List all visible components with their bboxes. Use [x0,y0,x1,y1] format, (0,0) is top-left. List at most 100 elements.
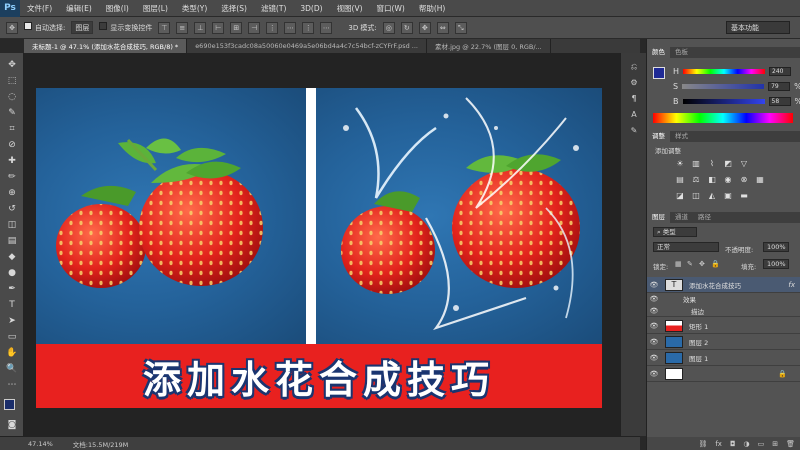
layer-row-image-2[interactable]: 👁 图层 2 [647,334,800,350]
menu-window[interactable]: 窗口(W) [370,3,412,14]
gradient-tool-icon[interactable]: ▤ [4,235,20,247]
selective-color-adjust-icon[interactable]: ▣ [723,191,733,200]
layer-row-rectangle[interactable]: 👁 矩形 1 [647,318,800,334]
tab-color[interactable]: 颜色 [647,47,670,58]
tab-swatches[interactable]: 色板 [670,47,693,58]
visibility-eye-icon[interactable]: 👁 [647,338,661,346]
document-size[interactable]: 文档:15.5M/219M [73,439,128,449]
menu-edit[interactable]: 编辑(E) [59,3,99,14]
workspace-switcher[interactable]: 基本功能 [726,21,790,34]
visibility-eye-icon[interactable]: 👁 [647,295,661,303]
align-top-icon[interactable]: ⊤ [158,21,171,34]
move-tool-icon[interactable]: ✥ [4,59,20,71]
distribute-left-icon[interactable]: ⋯ [320,21,333,34]
lock-pixels-icon[interactable]: ✎ [687,260,693,268]
add-mask-icon[interactable]: ◘ [730,440,736,448]
menu-help[interactable]: 帮助(H) [412,3,453,14]
add-style-icon[interactable]: fx [715,440,722,448]
link-layers-icon[interactable]: ⛓ [698,440,707,448]
quick-mask-icon[interactable]: ◙ [4,419,20,431]
distribute-bottom-icon[interactable]: ⋮ [302,21,315,34]
shape-tool-icon[interactable]: ▭ [4,331,20,343]
align-left-icon[interactable]: ⊢ [212,21,225,34]
tab-styles[interactable]: 样式 [670,131,693,142]
threshold-adjust-icon[interactable]: ◭ [707,191,717,200]
auto-select-dropdown[interactable]: 图层 [71,21,94,34]
channel-mixer-adjust-icon[interactable]: ⊗ [739,175,749,184]
color-balance-adjust-icon[interactable]: ⚖ [691,175,701,184]
distribute-top-icon[interactable]: ⋮ [266,21,279,34]
move-tool-preset-icon[interactable]: ✥ [6,21,18,34]
menu-layer[interactable]: 图层(L) [136,3,175,14]
layer-row-background[interactable]: 👁 🔒 [647,366,800,382]
black-white-adjust-icon[interactable]: ◧ [707,175,717,184]
layer-row-image-1[interactable]: 👁 图层 1 [647,350,800,366]
foreground-color-chip[interactable] [653,67,665,79]
clone-stamp-tool-icon[interactable]: ⊕ [4,187,20,199]
curves-adjust-icon[interactable]: ⌇ [707,159,717,168]
auto-select-checkbox[interactable]: 自动选择: [24,22,65,33]
hue-value[interactable]: 240 [769,66,792,76]
tab-paths[interactable]: 路径 [693,212,716,223]
color-spectrum[interactable] [653,113,793,123]
new-group-icon[interactable]: ▭ [758,440,765,448]
levels-adjust-icon[interactable]: ▥ [691,159,701,168]
hue-slider[interactable]: H 240 [673,66,792,76]
marquee-tool-icon[interactable]: ⬚ [4,75,20,87]
visibility-eye-icon[interactable]: 👁 [647,370,661,378]
menu-image[interactable]: 图像(I) [99,3,136,14]
tab-layers[interactable]: 图层 [647,212,670,223]
layer-row-text[interactable]: 👁 T 添加水花合成技巧 fx [647,277,800,293]
menu-file[interactable]: 文件(F) [20,3,59,14]
menu-view[interactable]: 视图(V) [330,3,370,14]
lock-transparency-icon[interactable]: ▦ [675,260,682,268]
pen-tool-icon[interactable]: ✒ [4,283,20,295]
hue-sat-adjust-icon[interactable]: ▤ [675,175,685,184]
healing-brush-tool-icon[interactable]: ✚ [4,155,20,167]
posterize-adjust-icon[interactable]: ◫ [691,191,701,200]
quick-select-tool-icon[interactable]: ✎ [4,107,20,119]
align-bottom-icon[interactable]: ⊥ [194,21,207,34]
blend-mode-dropdown[interactable]: 正常 [653,242,719,252]
crop-tool-icon[interactable]: ⌗ [4,123,20,135]
eraser-tool-icon[interactable]: ◫ [4,219,20,231]
eyedropper-tool-icon[interactable]: ⊘ [4,139,20,151]
exposure-adjust-icon[interactable]: ◩ [723,159,733,168]
distribute-middle-icon[interactable]: ⋯ [284,21,297,34]
pan-3d-icon[interactable]: ✥ [418,21,431,34]
visibility-eye-icon[interactable]: 👁 [647,322,661,330]
invert-adjust-icon[interactable]: ◪ [675,191,685,200]
lock-all-icon[interactable]: 🔒 [711,260,720,268]
saturation-slider[interactable]: S 79 % [673,81,800,91]
delete-layer-icon[interactable]: 🗑 [786,440,795,448]
saturation-value[interactable]: 79 [768,81,791,91]
blur-tool-icon[interactable]: ◆ [4,251,20,263]
menu-filter[interactable]: 滤镜(T) [254,3,293,14]
visibility-eye-icon[interactable]: 👁 [647,354,661,362]
path-select-tool-icon[interactable]: ➤ [4,315,20,327]
lasso-tool-icon[interactable]: ◌ [4,91,20,103]
hand-tool-icon[interactable]: ✋ [4,347,20,359]
align-center-icon[interactable]: ⊞ [230,21,243,34]
menu-type[interactable]: 类型(Y) [175,3,214,14]
paragraph-icon[interactable]: ¶ [627,93,641,104]
foreground-color-swatch[interactable] [4,399,15,410]
opacity-input[interactable]: 100% [763,242,789,252]
character-icon[interactable]: A [627,109,641,120]
brush-preset-icon[interactable]: ✎ [627,125,641,136]
layer-effects-row[interactable]: 👁 效果 [647,293,800,305]
align-right-icon[interactable]: ⊣ [248,21,261,34]
slide-3d-icon[interactable]: ⇔ [436,21,449,34]
brightness-adjust-icon[interactable]: ☀ [675,159,685,168]
fx-icon[interactable]: fx [788,281,795,289]
dodge-tool-icon[interactable]: ● [4,267,20,279]
zoom-tool-icon[interactable]: 🔍 [4,363,20,375]
orbit-3d-icon[interactable]: ◎ [382,21,395,34]
type-tool-icon[interactable]: T [4,299,20,311]
tab-untitled[interactable]: 未标题-1 @ 47.1% (添加水花合成技巧, RGB/8) * [24,39,188,53]
tab-psd[interactable]: e690e153f3cadc08a50060e0469a5e06bd4a4c7c… [187,39,427,53]
new-layer-icon[interactable]: ⊞ [772,440,778,448]
visibility-eye-icon[interactable]: 👁 [647,281,661,289]
visibility-eye-icon[interactable]: 👁 [647,307,661,315]
tab-channels[interactable]: 通道 [670,212,693,223]
